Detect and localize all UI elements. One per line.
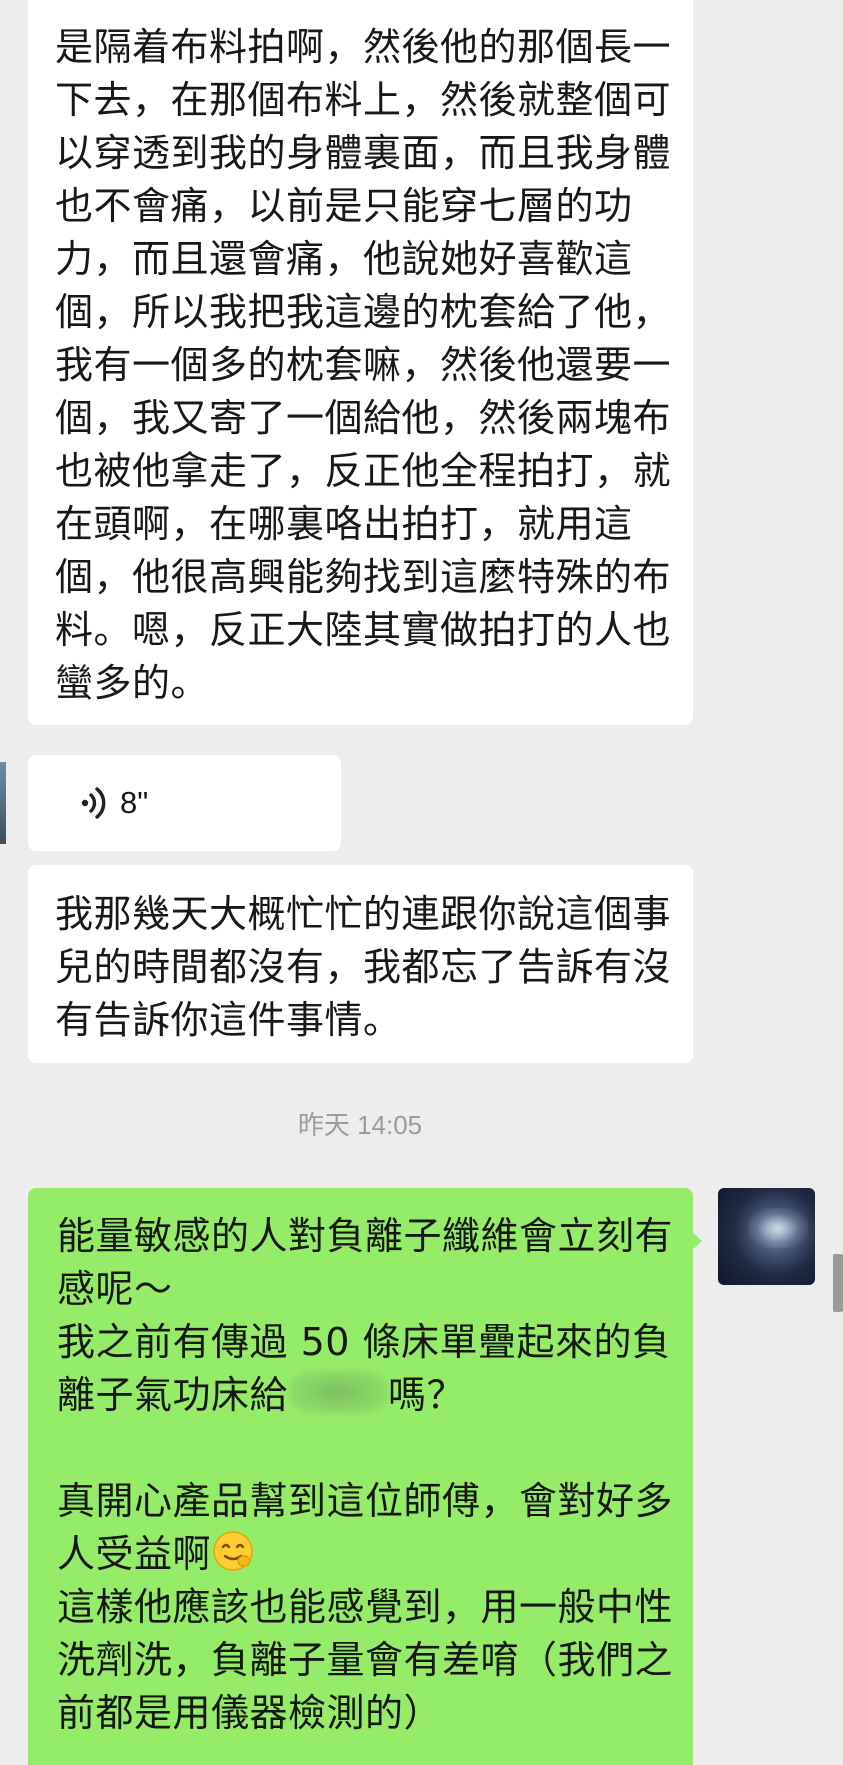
voice-duration: 8" [120, 785, 149, 820]
smiling-face-emoji-icon [213, 1531, 253, 1571]
bubble-tail [690, 1230, 702, 1252]
incoming-message-bubble[interactable]: 我那幾天大概忙忙的連跟你說這個事兒的時間都沒有，我都忘了告訴有沒有告訴你這件事情… [28, 865, 693, 1063]
scrollbar-thumb[interactable] [833, 1254, 843, 1312]
message-text: 是隔着布料拍啊，然後他的那個長一下去，在那個布料上，然後就整個可以穿透到我的身體… [55, 25, 672, 705]
message-line: 真開心產品幫到這位師傅，會對好多人受益啊 [57, 1479, 674, 1576]
message-line: 這樣他應該也能感覺到，用一般中性洗劑洗，負離子量會有差唷（我們之前都是用儀器檢測… [57, 1585, 674, 1735]
message-text: 我那幾天大概忙忙的連跟你說這個事兒的時間都沒有，我都忘了告訴有沒有告訴你這件事情… [55, 892, 672, 1042]
avatar-image [748, 1208, 808, 1248]
voice-wave-icon [81, 787, 106, 819]
message-line: 嗎？ [388, 1373, 466, 1417]
my-avatar[interactable] [718, 1188, 815, 1285]
contact-avatar-edge[interactable] [0, 762, 6, 844]
outgoing-message-bubble[interactable]: 能量敏感的人對負離子纖維會立刻有感呢～ 我之前有傳過 50 條床單疊起來的負離子… [28, 1188, 693, 1765]
voice-message-bubble[interactable]: 8" [28, 755, 341, 851]
incoming-message-bubble[interactable]: 是隔着布料拍啊，然後他的那個長一下去，在那個布料上，然後就整個可以穿透到我的身體… [28, 0, 693, 725]
chat-timestamp: 昨天 14:05 [297, 1110, 423, 1140]
redacted-name-blur [288, 1370, 389, 1414]
message-text: 能量敏感的人對負離子纖維會立刻有感呢～ 我之前有傳過 50 條床單疊起來的負離子… [57, 1210, 679, 1740]
message-line: 能量敏感的人對負離子纖維會立刻有感呢～ [57, 1214, 674, 1311]
